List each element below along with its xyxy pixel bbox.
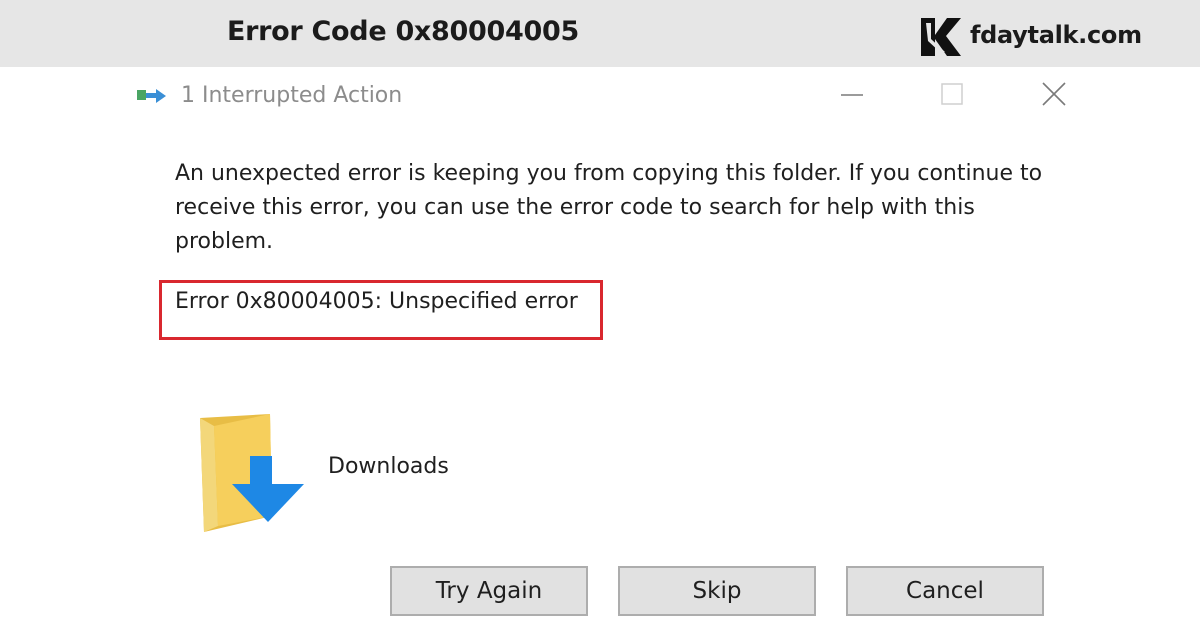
item-name: Downloads <box>328 454 449 479</box>
try-again-button[interactable]: Try Again <box>390 566 588 616</box>
skip-button[interactable]: Skip <box>618 566 816 616</box>
minimize-button[interactable] <box>832 78 872 112</box>
header-banner: Error Code 0x80004005 fdaytalk.com <box>0 0 1200 67</box>
brand-name: fdaytalk.com <box>970 21 1142 49</box>
error-code-text: Error 0x80004005: Unspecified error <box>175 289 578 314</box>
close-button[interactable] <box>1034 78 1074 112</box>
error-message: An unexpected error is keeping you from … <box>175 161 1043 254</box>
fdaytalk-logo-icon <box>921 18 961 56</box>
file-transfer-icon <box>137 89 166 103</box>
banner-title: Error Code 0x80004005 <box>227 16 579 47</box>
maximize-button[interactable] <box>932 78 972 112</box>
window-title: 1 Interrupted Action <box>181 83 403 108</box>
maximize-icon <box>941 83 963 105</box>
minimize-icon <box>841 94 863 96</box>
cancel-button[interactable]: Cancel <box>846 566 1044 616</box>
downloads-folder-icon <box>200 414 304 532</box>
close-icon <box>1042 82 1066 106</box>
